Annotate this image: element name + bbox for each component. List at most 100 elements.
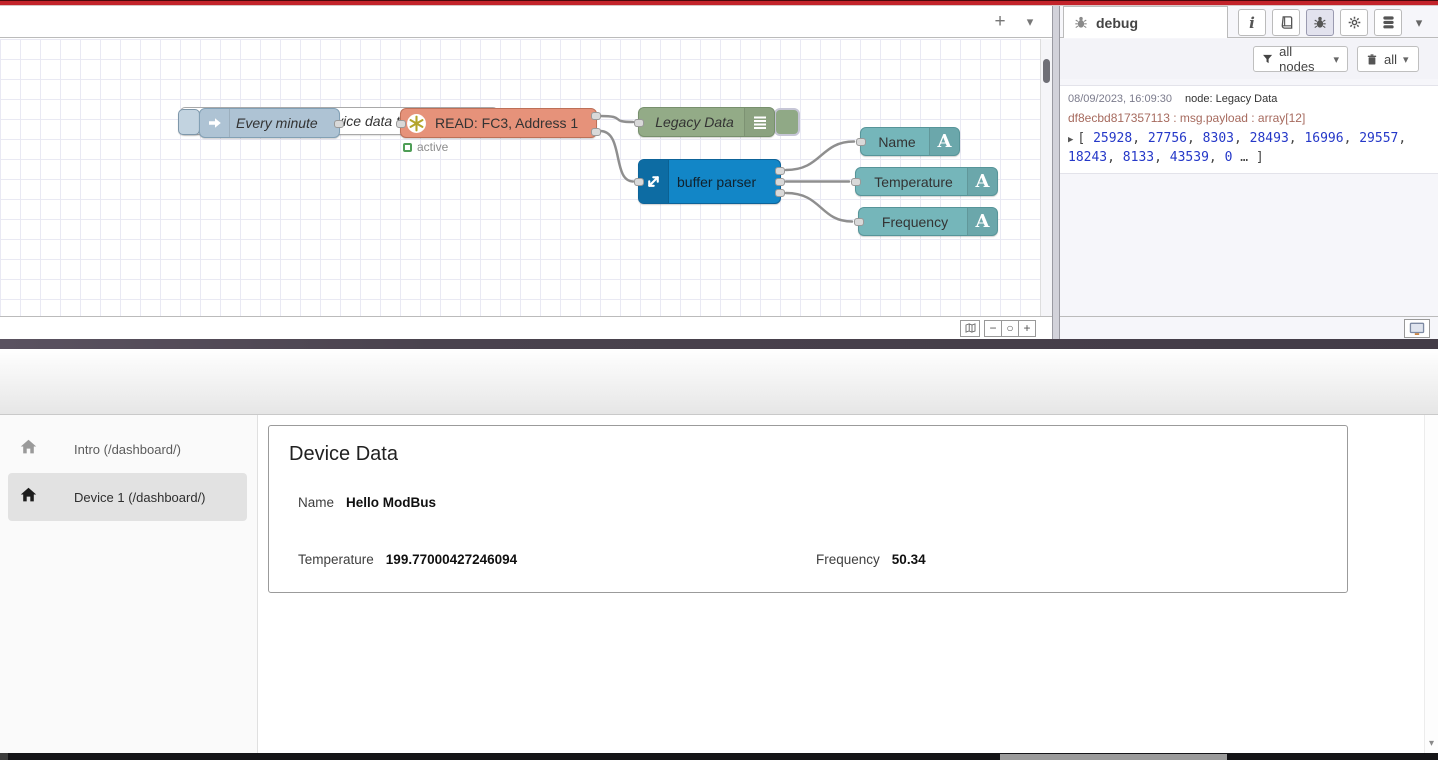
zoom-reset-button[interactable]: ○ (1001, 320, 1019, 337)
home-icon (20, 487, 37, 507)
modbus-read-node[interactable]: READ: FC3, Address 1 (400, 108, 597, 138)
field-value: Hello ModBus (346, 495, 436, 510)
book-icon (1279, 15, 1294, 30)
debug-filter-button[interactable]: all nodes ▾ (1253, 46, 1348, 72)
debug-sidebar: debug i ▾ all nodes ▾ all ▾ 08/09/20 (1060, 6, 1438, 339)
debug-payload-array[interactable]: ▶[ 25928, 27756, 8303, 28493, 16996, 295… (1068, 130, 1430, 168)
tab-debug-label: debug (1096, 15, 1138, 31)
ui-text-label: Temperature (866, 168, 961, 195)
buffer-parser-label: buffer parser (677, 160, 772, 203)
debug-source-node: node: Legacy Data (1185, 93, 1277, 105)
buffer-output-port-1[interactable] (775, 167, 785, 175)
flow-editor: + ▾ legacy ModBus device data to dashboa… (0, 6, 1052, 339)
field-label: Frequency (816, 552, 880, 567)
canvas-scrollbar-thumb[interactable] (1043, 59, 1050, 83)
scroll-down-arrow-icon[interactable]: ▾ (1425, 738, 1438, 749)
buffer-output-port-3[interactable] (775, 189, 785, 197)
ui-text-node-name[interactable]: Name A (860, 127, 960, 156)
open-debug-window-button[interactable] (1404, 319, 1430, 338)
buffer-input-port[interactable] (634, 178, 644, 186)
add-flow-button[interactable]: + (988, 10, 1012, 34)
flow-tab-bar: + ▾ (0, 6, 1052, 38)
inject-label: Every minute (236, 109, 331, 137)
bug-icon (1313, 15, 1327, 30)
ui-text-node-temperature[interactable]: Temperature A (855, 167, 998, 196)
monitor-icon (1409, 322, 1425, 336)
canvas-scrollbar[interactable] (1040, 39, 1052, 316)
clear-button-label: all (1384, 52, 1397, 67)
card-title: Device Data (289, 443, 398, 466)
debug-node[interactable]: Legacy Data (638, 107, 775, 137)
debug-msg-path: df8ecbd817357113 : msg.payload : array[1… (1068, 111, 1430, 125)
sidebar-resize-handle[interactable] (1052, 6, 1060, 339)
ui-text-label: Name (871, 128, 923, 155)
bottom-left-notch (0, 753, 8, 760)
modbus-input-port[interactable] (396, 120, 406, 128)
navigator-map-button[interactable] (960, 320, 980, 337)
help-tab-button[interactable] (1272, 9, 1300, 36)
text-a-icon: A (967, 208, 997, 235)
debug-toolbar: all nodes ▾ all ▾ (1060, 39, 1438, 79)
dashboard-window-top (0, 339, 1438, 349)
modbus-output-port-2[interactable] (591, 128, 601, 136)
debug-tab-button[interactable] (1306, 9, 1334, 36)
debug-message-meta: 08/09/2023, 16:09:30 node: Legacy Data (1068, 93, 1430, 105)
field-value: 199.77000427246094 (386, 552, 517, 567)
device-data-card: Device Data Name Hello ModBus Temperatur… (268, 425, 1348, 593)
ui-text-label: Frequency (869, 208, 961, 235)
ui-text-input-port[interactable] (851, 178, 861, 186)
field-label: Temperature (298, 552, 374, 567)
debug-list-icon (744, 108, 774, 136)
modbus-status: active (403, 140, 448, 154)
flow-list-caret-icon[interactable]: ▾ (1020, 10, 1040, 34)
buffer-output-port-2[interactable] (775, 178, 785, 186)
debug-toggle-button[interactable] (774, 108, 800, 136)
filter-button-label: all nodes (1279, 44, 1327, 74)
horizontal-scrollbar-thumb[interactable] (1000, 754, 1227, 760)
debug-message[interactable]: 08/09/2023, 16:09:30 node: Legacy Data d… (1060, 85, 1438, 174)
payload-content: [ 25928, 27756, 8303, 28493, 16996, 2955… (1068, 131, 1406, 165)
debug-clear-button[interactable]: all ▾ (1357, 46, 1419, 72)
nav-item-intro[interactable]: Intro (/dashboard/) (8, 427, 247, 471)
gear-icon (1347, 15, 1362, 30)
status-text: active (417, 140, 448, 154)
ui-text-input-port[interactable] (856, 138, 866, 146)
nav-item-device-1[interactable]: Device 1 (/dashboard/) (8, 473, 247, 521)
sidebar-tab-bar: debug i ▾ (1060, 6, 1438, 38)
buffer-parser-node[interactable]: buffer parser (638, 159, 781, 204)
trash-icon (1366, 53, 1378, 66)
debug-node-label: Legacy Data (651, 108, 738, 136)
bug-icon (1074, 15, 1088, 30)
editor-footer: − ○ + (0, 316, 1052, 339)
info-tab-button[interactable]: i (1238, 9, 1266, 36)
caret-down-icon: ▾ (1403, 53, 1409, 66)
nav-item-label: Intro (/dashboard/) (74, 442, 181, 457)
field-temperature: Temperature 199.77000427246094 (298, 552, 517, 567)
field-name: Name Hello ModBus (298, 495, 436, 510)
zoom-out-button[interactable]: − (984, 320, 1002, 337)
sidebar-menu-caret-icon[interactable]: ▾ (1410, 9, 1428, 36)
dashboard-scrollbar[interactable]: ▾ (1424, 415, 1438, 753)
config-nodes-tab-button[interactable] (1340, 9, 1368, 36)
text-a-icon: A (967, 168, 997, 195)
inject-button[interactable] (178, 109, 200, 135)
caret-down-icon: ▾ (1333, 53, 1339, 66)
dashboard-nav: Intro (/dashboard/) Device 1 (/dashboard… (0, 415, 258, 753)
zoom-in-button[interactable]: + (1018, 320, 1036, 337)
ui-text-node-frequency[interactable]: Frequency A (858, 207, 998, 236)
tab-debug[interactable]: debug (1063, 6, 1228, 38)
database-icon (1381, 15, 1396, 30)
home-icon (20, 439, 37, 459)
expand-triangle-icon[interactable]: ▶ (1068, 135, 1073, 145)
field-frequency: Frequency 50.34 (816, 552, 926, 567)
ui-text-input-port[interactable] (854, 218, 864, 226)
flow-canvas[interactable]: legacy ModBus device data to dashboard E… (0, 39, 1040, 316)
inject-arrow-icon (200, 109, 230, 137)
inject-output-port[interactable] (334, 120, 344, 128)
inject-node[interactable]: Every minute (199, 108, 340, 138)
debug-input-port[interactable] (634, 119, 644, 127)
funnel-icon (1262, 53, 1273, 65)
nav-item-label: Device 1 (/dashboard/) (74, 490, 206, 505)
context-data-tab-button[interactable] (1374, 9, 1402, 36)
modbus-output-port-1[interactable] (591, 112, 601, 120)
